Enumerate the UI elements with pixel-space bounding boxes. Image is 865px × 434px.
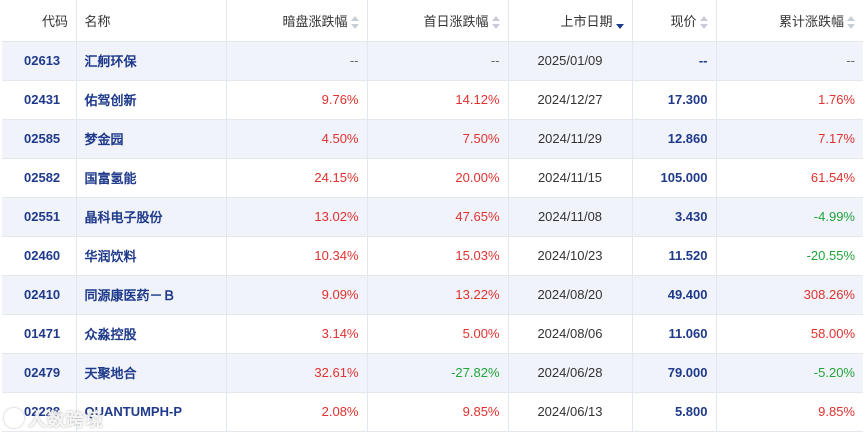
stock-name[interactable]: 华润饮料 bbox=[76, 236, 227, 276]
table-row[interactable]: 02551 晶科电子股份 13.02% 47.65% 2024/11/08 3.430 -4… bbox=[2, 197, 863, 237]
first-day-change: 47.65% bbox=[367, 197, 509, 237]
stock-code[interactable]: 02585 bbox=[2, 119, 77, 159]
listing-date: 2024/08/20 bbox=[508, 275, 633, 315]
cumulative-change: -20.55% bbox=[716, 236, 863, 276]
dark-change: 3.14% bbox=[226, 314, 368, 354]
dark-change: 10.34% bbox=[226, 236, 368, 276]
stock-code[interactable]: 02613 bbox=[2, 41, 77, 81]
first-day-change: 20.00% bbox=[367, 158, 509, 198]
table-row[interactable]: 01471 众淼控股 3.14% 5.00% 2024/08/06 11.060 58.00… bbox=[2, 314, 863, 354]
table-row[interactable]: 02410 同源康医药－Ｂ 9.09% 13.22% 2024/08/20 49.400 3… bbox=[2, 275, 863, 315]
stock-name[interactable]: 同源康医药－Ｂ bbox=[76, 275, 227, 315]
table-row[interactable]: 02585 梦金园 4.50% 7.50% 2024/11/29 12.860 7.17% bbox=[2, 119, 863, 159]
current-price: 11.060 bbox=[632, 314, 717, 354]
stock-name[interactable]: 国富氢能 bbox=[76, 158, 227, 198]
table-body: 02613 汇舸环保 -- -- 2025/01/09 -- -- 02431 佑驾创新 9.76… bbox=[2, 41, 863, 432]
cumulative-change: 58.00% bbox=[716, 314, 863, 354]
table-row[interactable]: 02582 国富氢能 24.15% 20.00% 2024/11/15 105.000 61… bbox=[2, 158, 863, 198]
stock-name[interactable]: 汇舸环保 bbox=[76, 41, 227, 81]
stock-name[interactable]: 梦金园 bbox=[76, 119, 227, 159]
current-price: 49.400 bbox=[632, 275, 717, 315]
listing-date: 2024/12/27 bbox=[508, 80, 633, 120]
stock-code[interactable]: 02228 bbox=[2, 392, 77, 432]
dark-change: 13.02% bbox=[226, 197, 368, 237]
stock-code[interactable]: 02582 bbox=[2, 158, 77, 198]
listing-date: 2024/10/23 bbox=[508, 236, 633, 276]
cumulative-change: -5.20% bbox=[716, 353, 863, 393]
col-header-first-day-change[interactable]: 首日涨跌幅 bbox=[367, 0, 509, 42]
dark-change: 9.76% bbox=[226, 80, 368, 120]
listing-date: 2025/01/09 bbox=[508, 41, 633, 81]
table-row[interactable]: 02460 华润饮料 10.34% 15.03% 2024/10/23 11.520 -20… bbox=[2, 236, 863, 276]
listing-date: 2024/06/13 bbox=[508, 392, 633, 432]
current-price: -- bbox=[632, 41, 717, 81]
table-row[interactable]: 02431 佑驾创新 9.76% 14.12% 2024/12/27 17.300 1.76… bbox=[2, 80, 863, 120]
sort-arrows-icon[interactable] bbox=[350, 15, 359, 29]
listing-date: 2024/11/15 bbox=[508, 158, 633, 198]
first-day-change: 13.22% bbox=[367, 275, 509, 315]
dark-change: 4.50% bbox=[226, 119, 368, 159]
stock-code[interactable]: 02551 bbox=[2, 197, 77, 237]
dark-change: 9.09% bbox=[226, 275, 368, 315]
stock-name[interactable]: 佑驾创新 bbox=[76, 80, 227, 120]
sort-arrows-icon[interactable] bbox=[699, 15, 708, 29]
current-price: 12.860 bbox=[632, 119, 717, 159]
stock-code[interactable]: 01471 bbox=[2, 314, 77, 354]
first-day-change: 14.12% bbox=[367, 80, 509, 120]
dark-change: 32.61% bbox=[226, 353, 368, 393]
stock-name[interactable]: 天聚地合 bbox=[76, 353, 227, 393]
sort-arrows-icon[interactable] bbox=[491, 15, 500, 29]
stock-name[interactable]: 众淼控股 bbox=[76, 314, 227, 354]
current-price: 79.000 bbox=[632, 353, 717, 393]
sort-arrows-icon[interactable] bbox=[847, 15, 855, 29]
current-price: 3.430 bbox=[632, 197, 717, 237]
cumulative-change: -4.99% bbox=[716, 197, 863, 237]
col-header-listing-date[interactable]: 上市日期 bbox=[508, 0, 633, 42]
cumulative-change: 7.17% bbox=[716, 119, 863, 159]
current-price: 11.520 bbox=[632, 236, 717, 276]
stock-code[interactable]: 02460 bbox=[2, 236, 77, 276]
stock-name[interactable]: QUANTUMPH-P bbox=[76, 392, 227, 432]
stock-code[interactable]: 02410 bbox=[2, 275, 77, 315]
current-price: 5.800 bbox=[632, 392, 717, 432]
first-day-change: 15.03% bbox=[367, 236, 509, 276]
col-header-code: 代码 bbox=[2, 0, 77, 42]
col-header-cumulative-change[interactable]: 累计涨跌幅 bbox=[716, 0, 863, 42]
cumulative-change: 308.26% bbox=[716, 275, 863, 315]
listing-date: 2024/06/28 bbox=[508, 353, 633, 393]
first-day-change: -27.82% bbox=[367, 353, 509, 393]
cumulative-change: 1.76% bbox=[716, 80, 863, 120]
cumulative-change: 9.85% bbox=[716, 392, 863, 432]
cumulative-change: -- bbox=[716, 41, 863, 81]
stock-name[interactable]: 晶科电子股份 bbox=[76, 197, 227, 237]
ipo-table: 代码 名称 暗盘涨跌幅 首日涨跌幅 上市日期 现价 累计涨跌幅 02613 汇舸环… bbox=[2, 0, 863, 432]
sort-desc-icon[interactable] bbox=[615, 15, 624, 29]
listing-date: 2024/08/06 bbox=[508, 314, 633, 354]
dark-change: 2.08% bbox=[226, 392, 368, 432]
table-row[interactable]: 02479 天聚地合 32.61% -27.82% 2024/06/28 79.000 -5… bbox=[2, 353, 863, 393]
listing-date: 2024/11/08 bbox=[508, 197, 633, 237]
first-day-change: 9.85% bbox=[367, 392, 509, 432]
stock-code[interactable]: 02479 bbox=[2, 353, 77, 393]
col-header-dark-change[interactable]: 暗盘涨跌幅 bbox=[226, 0, 368, 42]
dark-change: -- bbox=[226, 41, 368, 81]
current-price: 105.000 bbox=[632, 158, 717, 198]
table-header-row: 代码 名称 暗盘涨跌幅 首日涨跌幅 上市日期 现价 累计涨跌幅 bbox=[2, 0, 863, 42]
first-day-change: 5.00% bbox=[367, 314, 509, 354]
first-day-change: 7.50% bbox=[367, 119, 509, 159]
dark-change: 24.15% bbox=[226, 158, 368, 198]
first-day-change: -- bbox=[367, 41, 509, 81]
col-header-price[interactable]: 现价 bbox=[632, 0, 717, 42]
stock-code[interactable]: 02431 bbox=[2, 80, 77, 120]
current-price: 17.300 bbox=[632, 80, 717, 120]
col-header-name: 名称 bbox=[76, 0, 227, 42]
table-row[interactable]: 02613 汇舸环保 -- -- 2025/01/09 -- -- bbox=[2, 41, 863, 81]
table-row[interactable]: 02228 QUANTUMPH-P 2.08% 9.85% 2024/06/13 5.80… bbox=[2, 392, 863, 432]
listing-date: 2024/11/29 bbox=[508, 119, 633, 159]
cumulative-change: 61.54% bbox=[716, 158, 863, 198]
